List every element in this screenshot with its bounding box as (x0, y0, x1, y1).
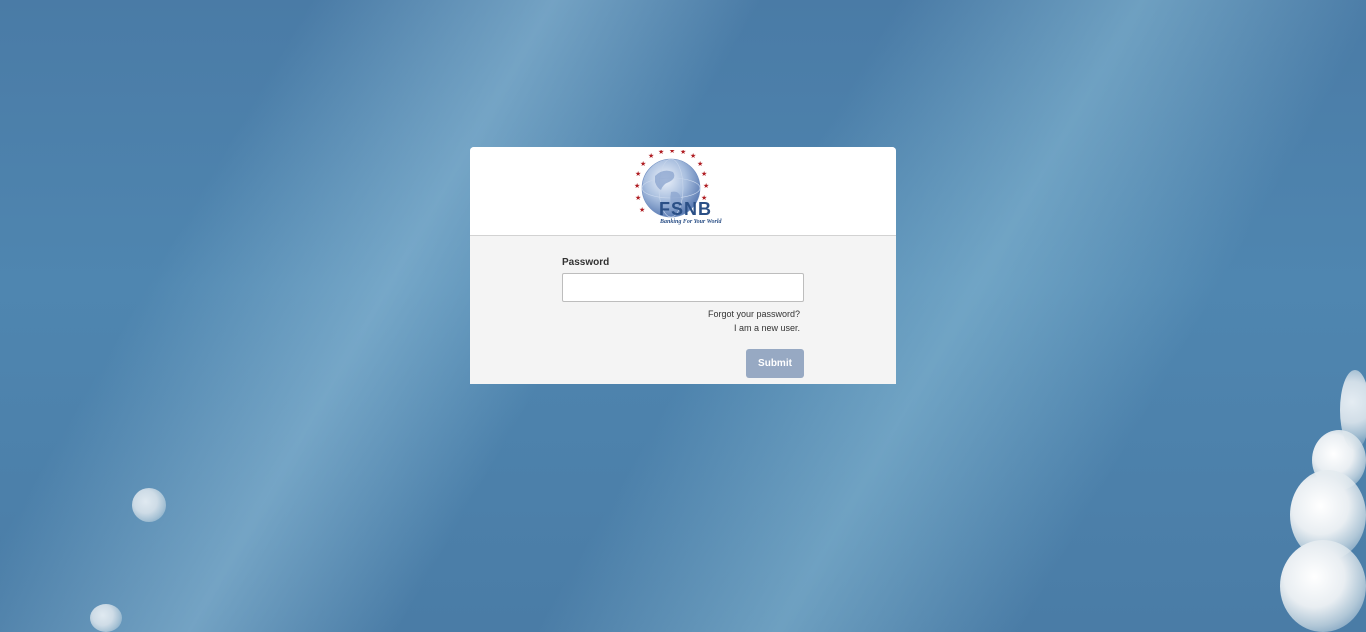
cloud-right-3 (1280, 540, 1366, 632)
login-card: ★ ★ ★ ★ ★ ★ ★ ★ ★ ★ ★ ★ ★ ★ FSNB Banking… (470, 147, 896, 384)
forgot-password-link[interactable]: Forgot your password? (708, 309, 800, 319)
svg-text:★: ★ (680, 150, 686, 156)
brand-tagline: Banking For Your World (660, 219, 722, 225)
password-label: Password (562, 257, 610, 268)
cloud-right-4 (1340, 370, 1366, 450)
svg-text:★: ★ (690, 152, 696, 160)
submit-button[interactable]: Submit (746, 349, 804, 378)
svg-text:★: ★ (697, 160, 703, 168)
brand-name: FSNB (659, 199, 712, 219)
svg-text:★: ★ (669, 150, 675, 155)
svg-text:★: ★ (639, 206, 645, 214)
card-header: ★ ★ ★ ★ ★ ★ ★ ★ ★ ★ ★ ★ ★ ★ FSNB Banking… (470, 147, 896, 236)
svg-text:★: ★ (658, 150, 664, 156)
svg-text:★: ★ (703, 182, 709, 190)
svg-text:★: ★ (701, 170, 707, 178)
cloud-left-small (132, 488, 166, 522)
svg-text:★: ★ (635, 170, 641, 178)
new-user-link[interactable]: I am a new user. (734, 323, 800, 333)
svg-text:★: ★ (634, 182, 640, 190)
fsnb-logo: ★ ★ ★ ★ ★ ★ ★ ★ ★ ★ ★ ★ ★ ★ FSNB Banking… (633, 150, 733, 230)
login-form: Password Forgot your password? I am a ne… (470, 236, 896, 384)
password-input[interactable] (562, 273, 804, 302)
svg-text:★: ★ (640, 160, 646, 168)
cloud-left-bottom (90, 604, 122, 632)
svg-text:★: ★ (648, 152, 654, 160)
svg-text:★: ★ (635, 194, 641, 202)
